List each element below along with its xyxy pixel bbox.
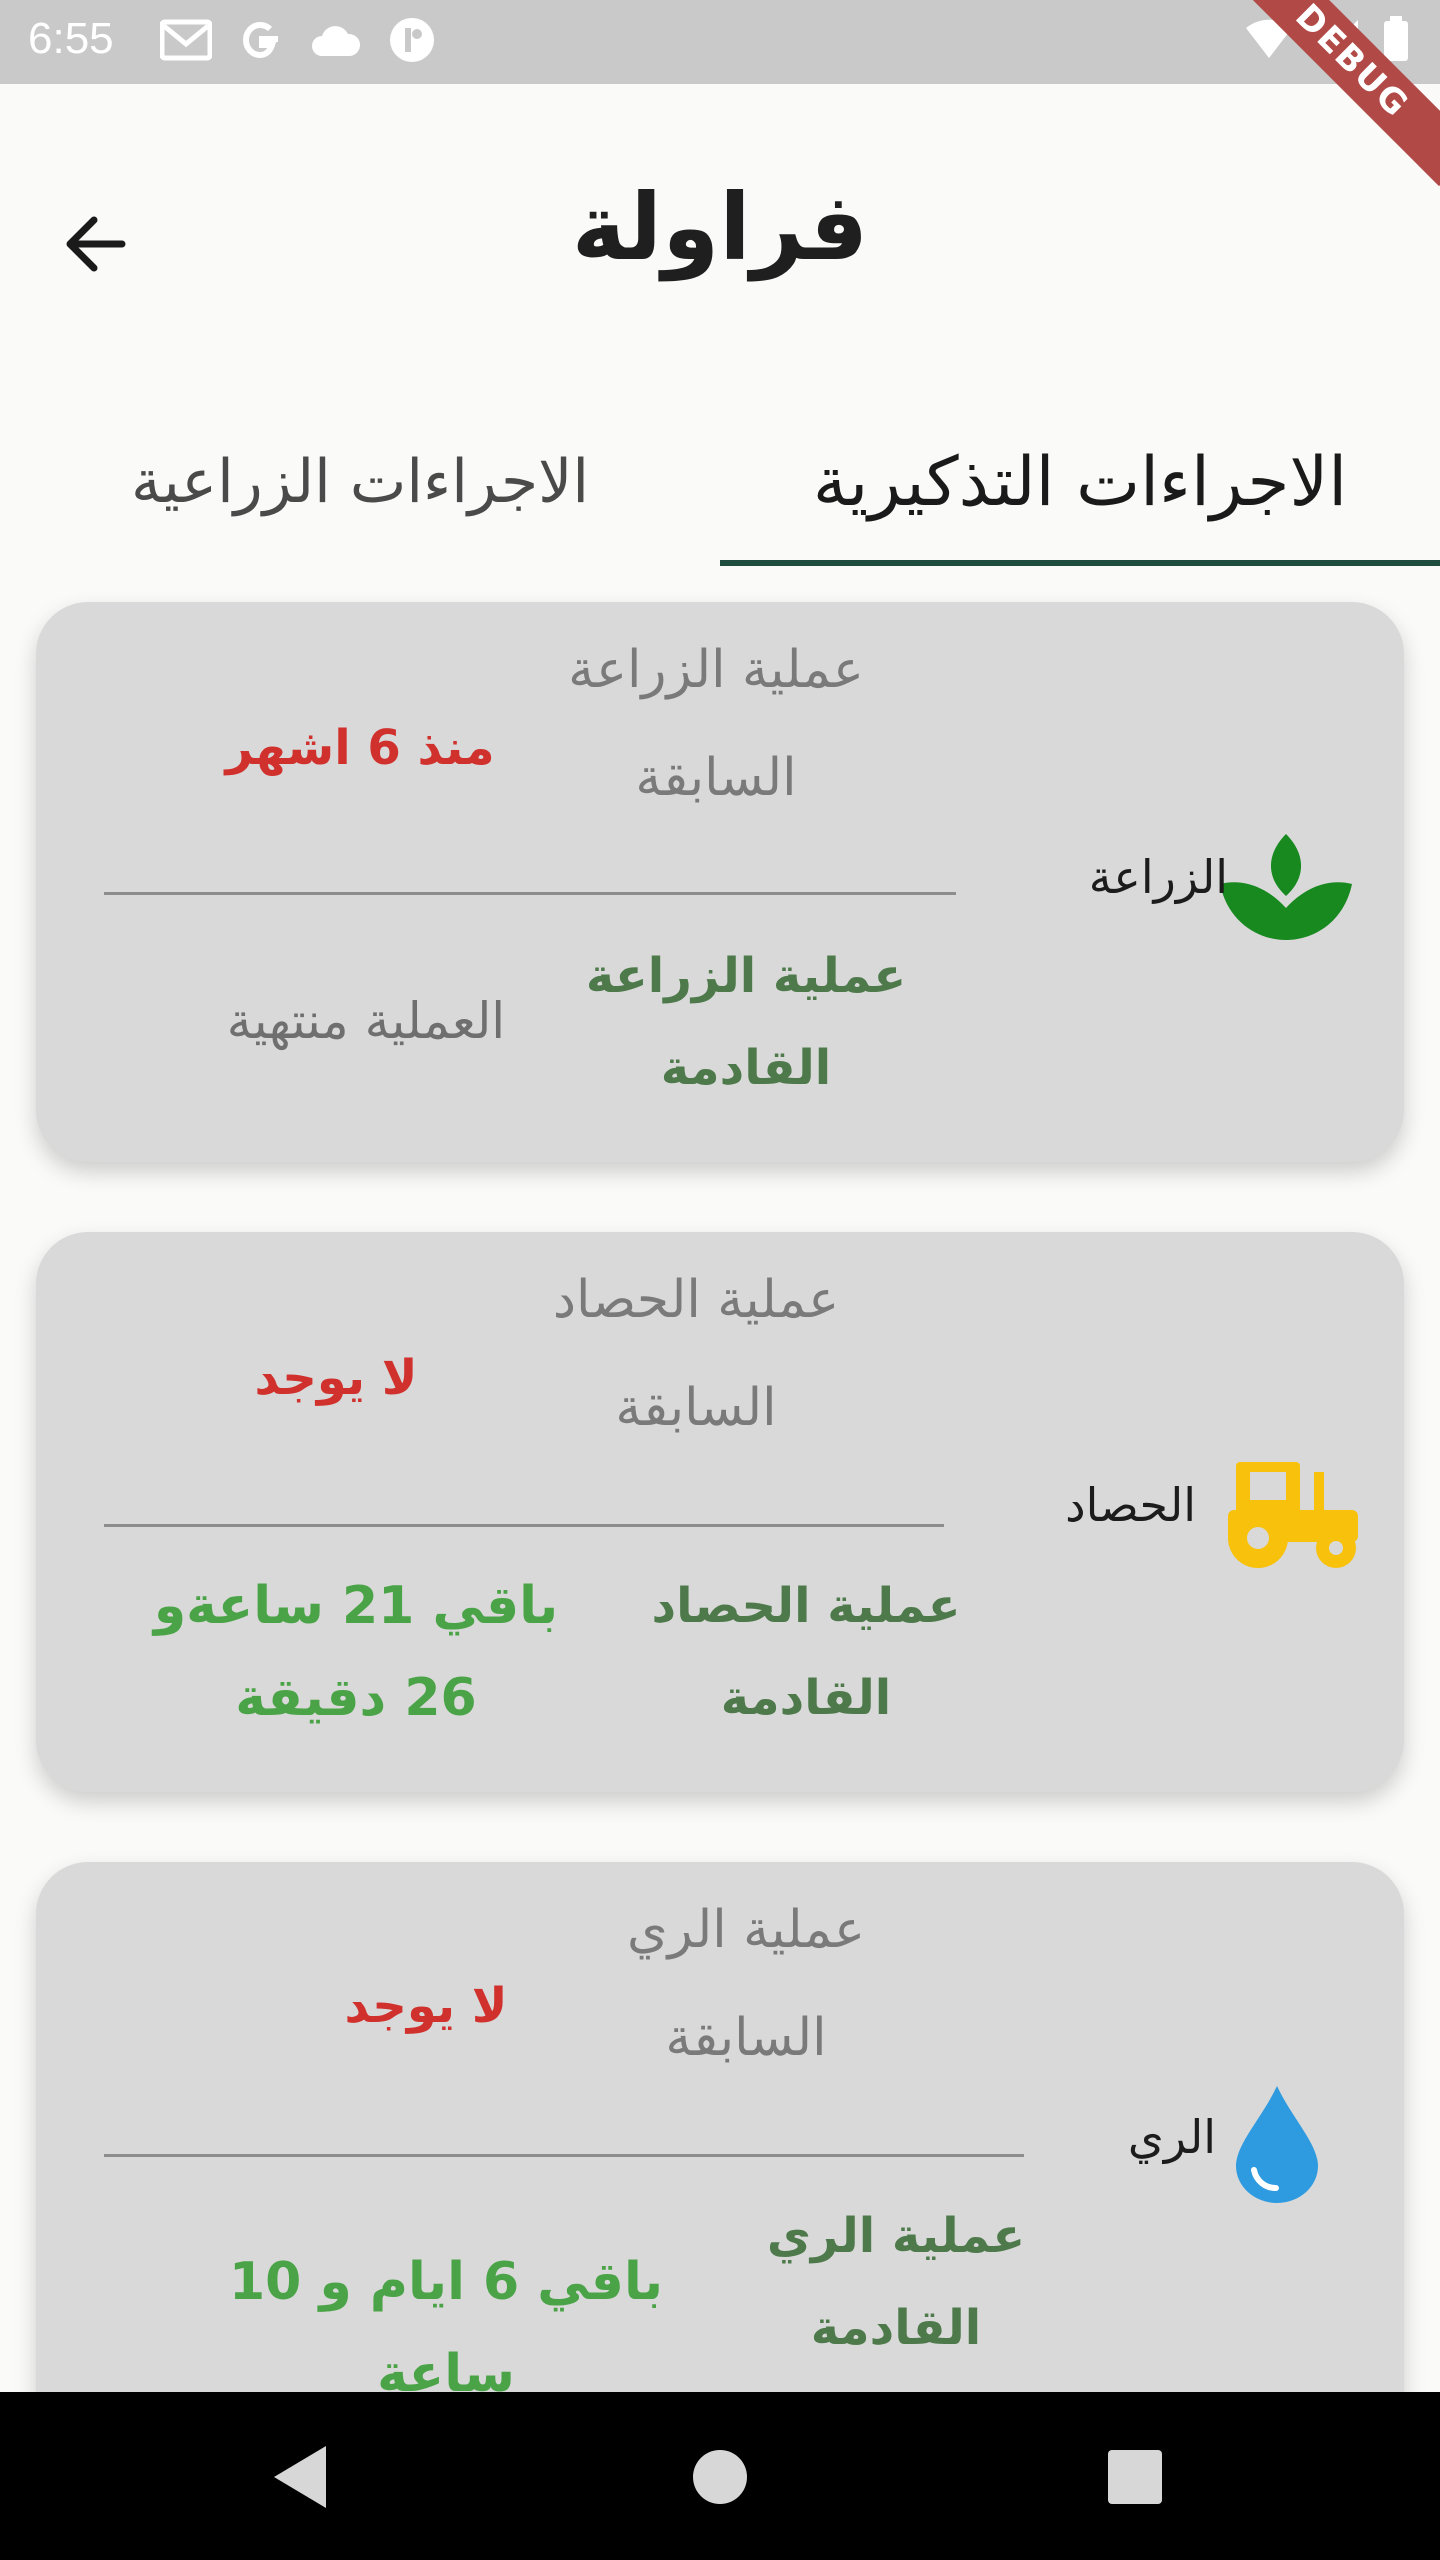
next-operation-label: عملية الزراعة القادمة (585, 948, 907, 1096)
previous-operation-value: لا يوجد (344, 1978, 508, 2034)
divider (104, 892, 956, 895)
gmail-icon (160, 19, 212, 61)
nav-back-icon[interactable] (266, 2442, 336, 2512)
harvest-card[interactable]: الحصاد عملية الحصاد السابقة لا يوجد عملي… (36, 1232, 1404, 1792)
status-time: 6:55 (28, 14, 114, 63)
nav-recents-icon[interactable] (1100, 2442, 1170, 2512)
divider (104, 1524, 944, 1527)
next-operation-value: العملية منتهية (226, 992, 506, 1050)
tab-indicator (720, 560, 1440, 566)
app-bar: فراولة (0, 84, 1440, 394)
next-operation-label: عملية الحصاد القادمة (651, 1578, 961, 1726)
next-operation-value: باقي 21 ساعةو 26 دقيقة (153, 1576, 559, 1728)
water-drop-icon (1236, 2086, 1318, 2203)
nav-home-icon[interactable] (685, 2442, 755, 2512)
previous-operation-label: عملية الزراعة السابقة (568, 640, 864, 808)
tractor-icon (1228, 1462, 1358, 1568)
tab-reminder-actions[interactable]: الاجراءات التذكيرية (720, 400, 1440, 564)
tab-agricultural-actions[interactable]: الاجراءات الزراعية (0, 400, 720, 564)
page-title: فراولة (571, 174, 869, 281)
next-operation-label: عملية الري القادمة (766, 2208, 1026, 2356)
previous-operation-value: لا يوجد (254, 1350, 418, 1406)
app-notification-icon (390, 18, 434, 62)
system-navigation-bar (0, 2392, 1440, 2560)
notification-icons (160, 16, 436, 64)
previous-operation-value: منذ 6 اشهر (225, 720, 495, 776)
card-title: الري (1127, 2110, 1216, 2164)
plant-icon (1220, 834, 1352, 940)
card-title: الزراعة (1088, 850, 1228, 904)
previous-operation-label: عملية الري السابقة (626, 1900, 866, 2068)
status-bar: 6:55 DEBUG (0, 0, 1440, 187)
planting-card[interactable]: الزراعة عملية الزراعة السابقة منذ 6 اشهر… (36, 602, 1404, 1162)
google-icon (242, 21, 278, 59)
battery-icon (1384, 16, 1408, 61)
card-title: الحصاد (1065, 1478, 1196, 1532)
tab-bar: الاجراءات التذكيرية الاجراءات الزراعية (0, 400, 1440, 570)
cloud-icon (312, 26, 361, 56)
divider (104, 2154, 1024, 2157)
previous-operation-label: عملية الحصاد السابقة (552, 1270, 840, 1438)
